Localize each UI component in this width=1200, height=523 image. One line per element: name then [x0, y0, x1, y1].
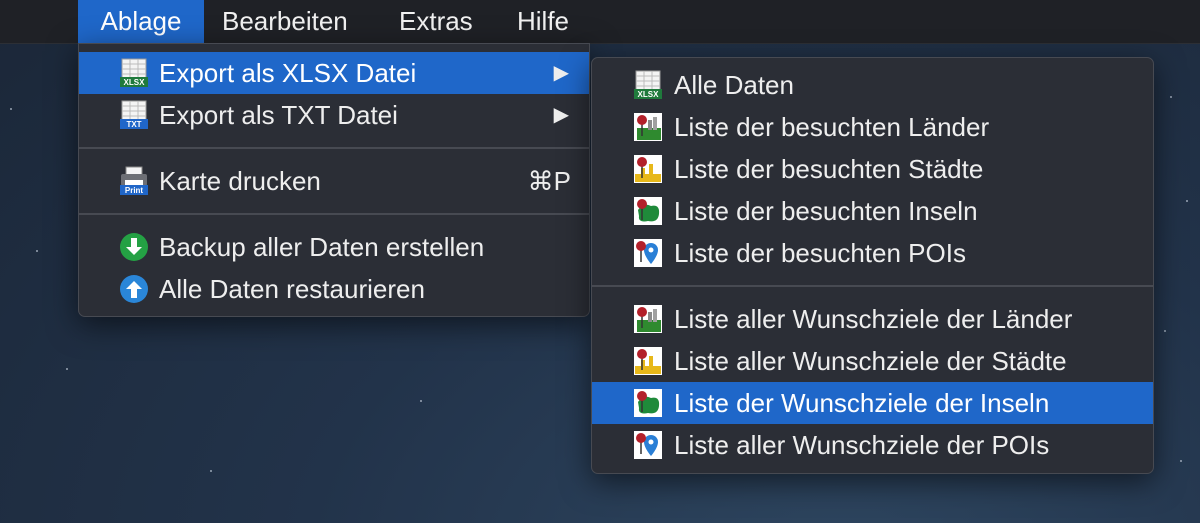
country-pin-icon [633, 112, 663, 142]
island-pin-icon [633, 388, 663, 418]
menu-separator [79, 213, 589, 215]
submenu-item-wish-pois[interactable]: Liste aller Wunschziele der POIs [592, 424, 1153, 466]
background-star [36, 250, 38, 252]
background-star [1170, 96, 1172, 98]
submenu-item-visited-islands[interactable]: Liste der besuchten Inseln [592, 190, 1153, 232]
background-star [1180, 460, 1182, 462]
submenu-arrow-icon: ▶ [553, 62, 569, 84]
menu-bar: Ablage Bearbeiten Extras Hilfe [0, 0, 1200, 44]
upload-icon [119, 274, 149, 304]
svg-text:Print: Print [125, 186, 144, 195]
submenu-arrow-icon: ▶ [553, 104, 569, 126]
submenu-item-label: Liste der Wunschziele der Inseln [674, 388, 1050, 418]
poi-pin-icon [633, 430, 663, 460]
background-star [1186, 200, 1188, 202]
menu-hilfe[interactable]: Hilfe [499, 0, 587, 43]
submenu-item-label: Liste der besuchten Länder [674, 112, 990, 142]
background-star [66, 368, 68, 370]
background-star [1164, 330, 1166, 332]
svg-text:XLSX: XLSX [638, 90, 660, 99]
export-xlsx-label: Export als XLSX Datei [159, 58, 417, 88]
export-txt-item[interactable]: TXT Export als TXT Datei ▶ [79, 94, 589, 136]
txt-icon: TXT [119, 100, 149, 130]
submenu-item-wish-islands[interactable]: Liste der Wunschziele der Inseln [592, 382, 1153, 424]
xlsx-icon: XLSX [119, 58, 149, 88]
menu-separator [79, 147, 589, 149]
city-pin-icon [633, 346, 663, 376]
submenu-item-wish-countries[interactable]: Liste aller Wunschziele der Länder [592, 298, 1153, 340]
submenu-item-label: Liste der besuchten Städte [674, 154, 984, 184]
submenu-item-label: Liste aller Wunschziele der Länder [674, 304, 1073, 334]
submenu-item-label: Liste aller Wunschziele der Städte [674, 346, 1067, 376]
print-shortcut: ⌘P [527, 166, 571, 196]
submenu-item-label: Liste der besuchten Inseln [674, 196, 978, 226]
submenu-item-wish-cities[interactable]: Liste aller Wunschziele der Städte [592, 340, 1153, 382]
download-icon [119, 232, 149, 262]
submenu-item-label: Liste aller Wunschziele der POIs [674, 430, 1050, 460]
submenu-item-visited-cities[interactable]: Liste der besuchten Städte [592, 148, 1153, 190]
submenu-item-label: Liste der besuchten POIs [674, 238, 966, 268]
menu-extras[interactable]: Extras [381, 0, 491, 43]
print-map-label: Karte drucken [159, 166, 321, 196]
export-xlsx-submenu: XLSX Alle Daten Liste der besuchten Länd… [591, 57, 1154, 474]
submenu-item-visited-pois[interactable]: Liste der besuchten POIs [592, 232, 1153, 274]
backup-label: Backup aller Daten erstellen [159, 232, 485, 262]
menu-ablage[interactable]: Ablage [78, 0, 204, 43]
island-pin-icon [633, 196, 663, 226]
svg-text:TXT: TXT [126, 120, 141, 129]
restore-label: Alle Daten restaurieren [159, 274, 425, 304]
submenu-item-label: Alle Daten [674, 70, 794, 100]
print-map-item[interactable]: Print Karte drucken ⌘P [79, 160, 589, 202]
restore-item[interactable]: Alle Daten restaurieren [79, 268, 589, 310]
submenu-item-all-data[interactable]: XLSX Alle Daten [592, 64, 1153, 106]
backup-item[interactable]: Backup aller Daten erstellen [79, 226, 589, 268]
background-star [10, 108, 12, 110]
city-pin-icon [633, 154, 663, 184]
background-star [420, 400, 422, 402]
svg-text:XLSX: XLSX [124, 78, 146, 87]
country-pin-icon [633, 304, 663, 334]
print-icon: Print [119, 166, 149, 196]
menu-bearbeiten[interactable]: Bearbeiten [204, 0, 366, 43]
background-star [210, 470, 212, 472]
export-txt-label: Export als TXT Datei [159, 100, 398, 130]
poi-pin-icon [633, 238, 663, 268]
xlsx-icon: XLSX [633, 70, 663, 100]
ablage-menu: XLSX Export als XLSX Datei ▶ TXT Export … [78, 43, 590, 317]
submenu-item-visited-countries[interactable]: Liste der besuchten Länder [592, 106, 1153, 148]
export-xlsx-item[interactable]: XLSX Export als XLSX Datei ▶ [79, 52, 589, 94]
menu-separator [592, 285, 1153, 287]
